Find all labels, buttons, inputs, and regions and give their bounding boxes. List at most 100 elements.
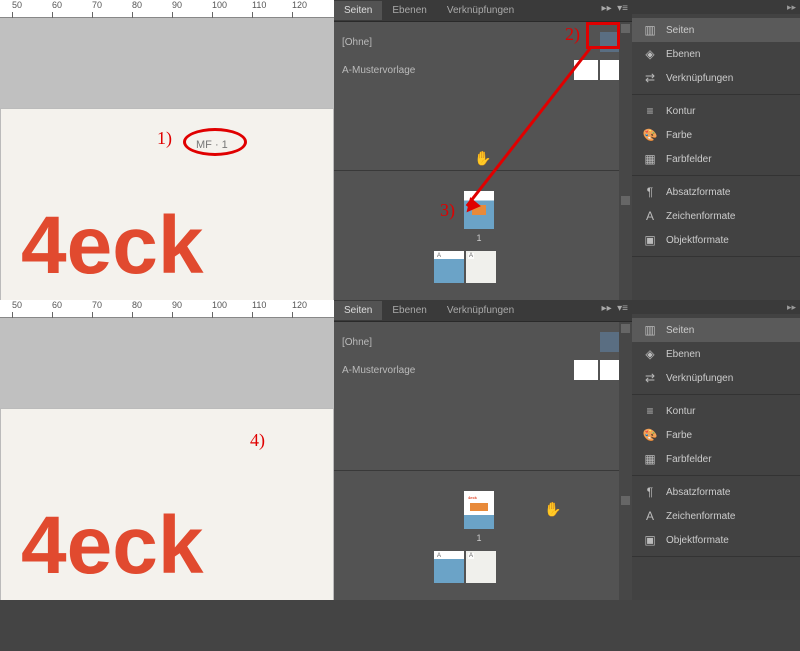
horizontal-ruler: 50 60 70 80 90 100 110 120 bbox=[0, 300, 334, 318]
page-letter: A bbox=[468, 553, 474, 559]
color-icon: 🎨 bbox=[642, 128, 658, 142]
sidebar-item-seiten[interactable]: ▥ Seiten bbox=[632, 318, 800, 342]
sidebar-label: Objektformate bbox=[666, 235, 729, 246]
sidebar-label: Kontur bbox=[666, 406, 695, 417]
sidebar-collapse[interactable]: ▸▸ bbox=[632, 300, 800, 314]
pages-icon: ▥ bbox=[642, 323, 658, 337]
swatches-icon: ▦ bbox=[642, 452, 658, 466]
tab-verknupfungen[interactable]: Verknüpfungen bbox=[437, 1, 524, 20]
stroke-icon: ≡ bbox=[642, 104, 658, 118]
sidebar-item-ebenen[interactable]: ◈Ebenen bbox=[632, 42, 800, 66]
character-icon: A bbox=[642, 509, 658, 523]
paragraph-icon: ¶ bbox=[642, 485, 658, 499]
page-letter: A bbox=[436, 553, 442, 559]
master-thumb-a-left[interactable] bbox=[574, 360, 598, 380]
swatches-icon: ▦ bbox=[642, 152, 658, 166]
sidebar-item-kontur[interactable]: ≡Kontur bbox=[632, 399, 800, 423]
sidebar-label: Farbe bbox=[666, 430, 692, 441]
master-label-none: [Ohne] bbox=[342, 337, 372, 348]
annotation-number: 1) bbox=[157, 128, 172, 149]
sidebar-label: Absatzformate bbox=[666, 187, 730, 198]
ruler-mark: 60 bbox=[52, 0, 62, 10]
sidebar-item-objekt[interactable]: ▣Objektformate bbox=[632, 528, 800, 552]
ruler-mark: 120 bbox=[292, 300, 307, 310]
sidebar-item-absatz[interactable]: ¶ Absatzformate bbox=[632, 180, 800, 204]
scroll-thumb[interactable] bbox=[621, 496, 630, 505]
ruler-mark: 120 bbox=[292, 0, 307, 10]
sidebar-label: Farbe bbox=[666, 130, 692, 141]
sidebar-item-absatz[interactable]: ¶Absatzformate bbox=[632, 480, 800, 504]
vertical-scrollbar[interactable] bbox=[619, 322, 632, 600]
sidebar-label: Farbfelder bbox=[666, 454, 712, 465]
sidebar-label: Seiten bbox=[666, 25, 694, 36]
ruler-mark: 70 bbox=[92, 300, 102, 310]
vertical-scrollbar[interactable] bbox=[619, 22, 632, 300]
page-letter: A bbox=[468, 253, 474, 259]
ruler-mark: 110 bbox=[252, 300, 266, 310]
sidebar-item-farbe[interactable]: 🎨 Farbe bbox=[632, 123, 800, 147]
panel-controls[interactable]: ▸▸ ▾≡ bbox=[602, 303, 628, 314]
ruler-mark: 90 bbox=[172, 0, 182, 10]
right-sidebar: ▸▸ ▥ Seiten ◈ Ebenen ⇄ Verknüpfungen ≡Kontu… bbox=[632, 300, 800, 600]
sidebar-item-farbe[interactable]: 🎨Farbe bbox=[632, 423, 800, 447]
ruler-mark: 50 bbox=[12, 300, 22, 310]
panel-controls[interactable]: ▸▸ ▾≡ bbox=[602, 3, 628, 14]
ruler-mark: 90 bbox=[172, 300, 182, 310]
tab-ebenen[interactable]: Ebenen bbox=[382, 301, 436, 320]
sidebar-item-links[interactable]: ⇄Verknüpfungen bbox=[632, 66, 800, 90]
tab-verknupfungen[interactable]: Verknüpfungen bbox=[437, 301, 524, 320]
page-spread-thumb[interactable]: A A bbox=[434, 251, 496, 283]
tab-seiten[interactable]: Seiten bbox=[334, 1, 382, 20]
master-row-none[interactable]: [Ohne] bbox=[342, 28, 624, 56]
sidebar-item-zeichen[interactable]: A Zeichenformate bbox=[632, 504, 800, 528]
sidebar-collapse[interactable]: ▸▸ bbox=[632, 0, 800, 14]
master-pages: [Ohne] A-Mustervorlage bbox=[334, 322, 632, 390]
sidebar-label: Zeichenformate bbox=[666, 211, 735, 222]
sidebar-label: Verknüpfungen bbox=[666, 373, 733, 384]
panel-tabs: Seiten Ebenen Verknüpfungen ▸▸ ▾≡ bbox=[334, 0, 632, 22]
hand-cursor-icon: ✋ bbox=[544, 501, 561, 518]
tab-seiten[interactable]: Seiten bbox=[334, 301, 382, 320]
master-row-none[interactable]: [Ohne] bbox=[342, 328, 624, 356]
sidebar-label: Verknüpfungen bbox=[666, 73, 733, 84]
scroll-up-icon[interactable] bbox=[621, 24, 630, 33]
sidebar-item-farbfelder[interactable]: ▦ Farbfelder bbox=[632, 447, 800, 471]
sidebar-item-objekt[interactable]: ▣Objektformate bbox=[632, 228, 800, 252]
hand-cursor-icon: ✋ bbox=[474, 150, 491, 167]
master-label-none: [Ohne] bbox=[342, 37, 372, 48]
sidebar-label: Seiten bbox=[666, 325, 694, 336]
annotation-number: 3) bbox=[440, 200, 455, 221]
sidebar-item-farbfelder[interactable]: ▦ Farbfelder bbox=[632, 147, 800, 171]
paragraph-icon: ¶ bbox=[642, 185, 658, 199]
scroll-thumb[interactable] bbox=[621, 196, 630, 205]
ruler-mark: 80 bbox=[132, 0, 142, 10]
sidebar-label: Zeichenformate bbox=[666, 511, 735, 522]
page-spread-thumb[interactable]: A A bbox=[434, 551, 496, 583]
page-thumb[interactable]: 4eck 1 bbox=[464, 491, 494, 529]
sidebar-item-zeichen[interactable]: AZeichenformate bbox=[632, 204, 800, 228]
document-heading: 4eck bbox=[21, 199, 203, 293]
sidebar-item-seiten[interactable]: ▥Seiten bbox=[632, 18, 800, 42]
scroll-up-icon[interactable] bbox=[621, 324, 630, 333]
sidebar-label: Farbfelder bbox=[666, 154, 712, 165]
sidebar-item-kontur[interactable]: ≡ Kontur bbox=[632, 99, 800, 123]
document-canvas[interactable]: MF · 1 4eck bbox=[0, 18, 334, 300]
tab-ebenen[interactable]: Ebenen bbox=[382, 1, 436, 20]
bottom-half: 50 60 70 80 90 100 110 120 4eck 4) Seite… bbox=[0, 300, 800, 600]
links-icon: ⇄ bbox=[642, 371, 658, 385]
sidebar-item-ebenen[interactable]: ◈ Ebenen bbox=[632, 342, 800, 366]
ruler-mark: 50 bbox=[12, 0, 22, 10]
layers-icon: ◈ bbox=[642, 347, 658, 361]
horizontal-ruler: 50 60 70 80 90 100 110 120 bbox=[0, 0, 334, 18]
document-page[interactable]: 4eck bbox=[0, 408, 334, 600]
master-row-template[interactable]: A-Mustervorlage bbox=[342, 356, 624, 384]
sidebar-label: Kontur bbox=[666, 106, 695, 117]
expand-icon: ▸▸ bbox=[787, 302, 796, 313]
top-half: 50 60 70 80 90 100 110 120 MF · 1 4eck 1… bbox=[0, 0, 800, 300]
sidebar-label: Ebenen bbox=[666, 349, 700, 360]
sidebar-item-links[interactable]: ⇄ Verknüpfungen bbox=[632, 366, 800, 390]
annotation-number: 2) bbox=[565, 24, 580, 45]
annotation-number: 4) bbox=[250, 430, 265, 451]
document-canvas[interactable]: 4eck bbox=[0, 318, 334, 600]
annotation-box bbox=[586, 22, 620, 49]
